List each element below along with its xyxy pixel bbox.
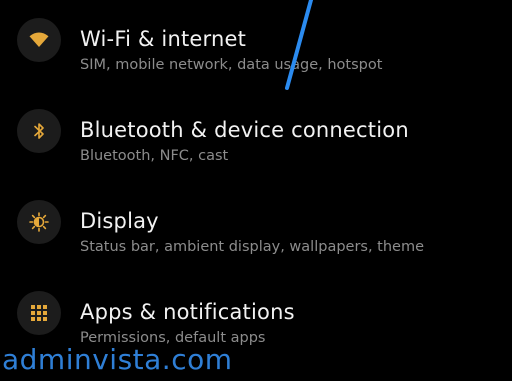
settings-item-apps-notifications[interactable]: Apps & notifications Permissions, defaul… xyxy=(0,273,512,364)
settings-item-title: Apps & notifications xyxy=(80,300,295,324)
settings-item-wifi-internet[interactable]: Wi-Fi & internet SIM, mobile network, da… xyxy=(0,0,512,91)
apps-grid-icon xyxy=(17,291,61,335)
bluetooth-icon xyxy=(17,109,61,153)
settings-list: Wi-Fi & internet SIM, mobile network, da… xyxy=(0,0,512,381)
settings-item-subtitle: Permissions, default apps xyxy=(80,330,266,346)
settings-item-subtitle: Bluetooth, NFC, cast xyxy=(80,148,229,164)
settings-item-display[interactable]: Display Status bar, ambient display, wal… xyxy=(0,182,512,273)
settings-item-subtitle: Status bar, ambient display, wallpapers,… xyxy=(80,239,425,255)
brightness-icon xyxy=(17,200,61,244)
settings-item-title: Wi-Fi & internet xyxy=(80,27,247,51)
wifi-icon xyxy=(17,18,61,62)
settings-item-bluetooth[interactable]: Bluetooth & device connection Bluetooth,… xyxy=(0,91,512,182)
settings-item-subtitle: SIM, mobile network, data usage, hotspot xyxy=(80,57,383,73)
settings-item-title: Display xyxy=(80,209,159,233)
settings-item-title: Bluetooth & device connection xyxy=(80,118,409,142)
